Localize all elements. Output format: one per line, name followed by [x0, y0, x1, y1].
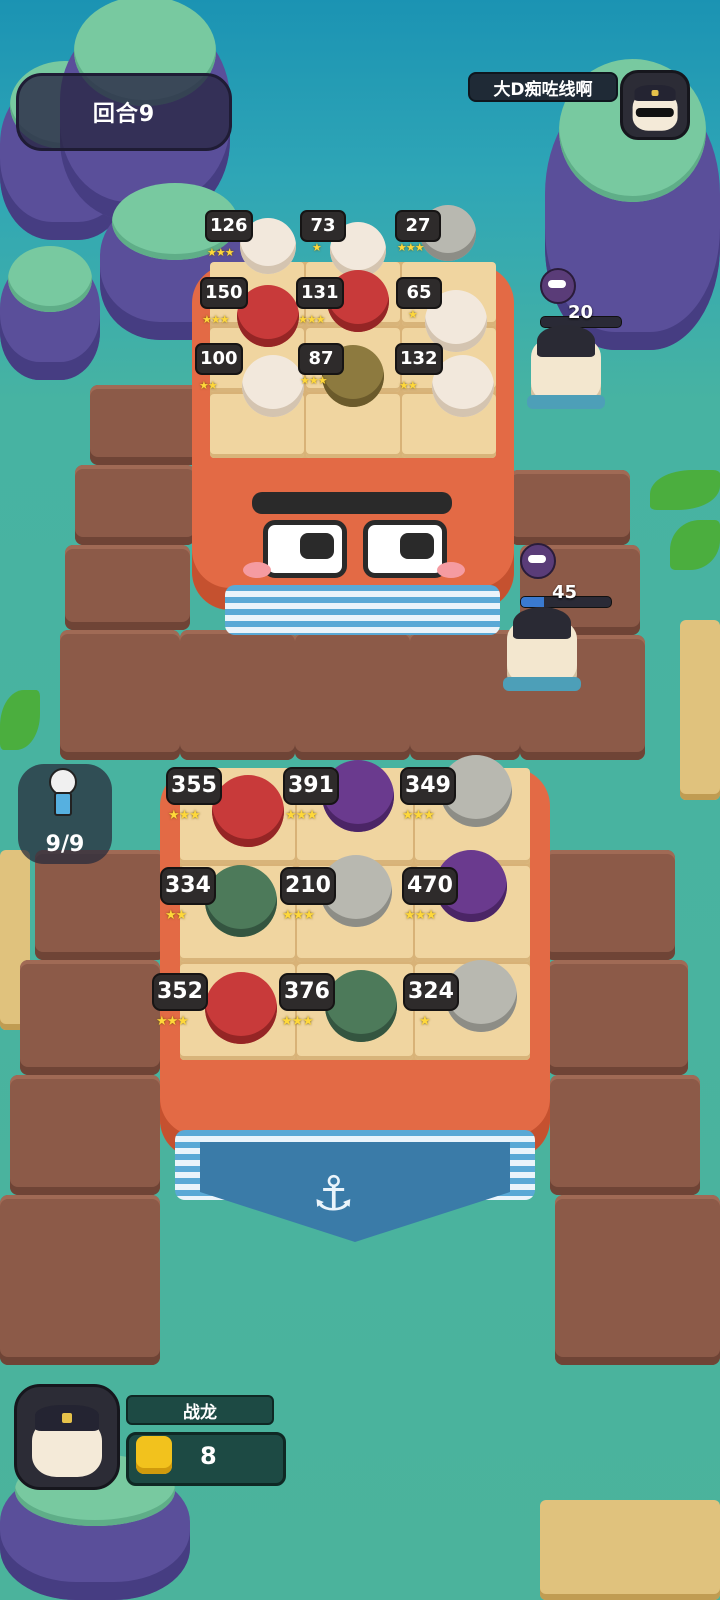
crew-figure-icon: [46, 768, 77, 830]
unit-star-rating: ★★★: [285, 808, 318, 823]
round-indicator: 回合9: [16, 73, 232, 151]
unit-power-label: 376: [279, 973, 335, 1011]
opponent-ship-stripe: [225, 585, 500, 635]
ship-eye: [263, 520, 347, 578]
unit-star-rating: ★★★: [207, 246, 235, 259]
unit-power-label: 100: [195, 343, 243, 375]
unit-star-rating: ★★★: [202, 313, 230, 326]
gold-coin-icon: [136, 1436, 172, 1474]
unit-star-rating: ★★★: [156, 1014, 189, 1029]
dock-brick: [20, 960, 160, 1075]
unit-star-rating: ★★★: [281, 1014, 314, 1029]
enemy-minion-icon: [520, 543, 556, 579]
dock-brick: [60, 630, 180, 760]
dock-brick: [10, 1075, 160, 1195]
dock-brick: [75, 465, 195, 545]
enemy-hp-fill: [521, 597, 544, 607]
unit-star-rating: ★★★: [282, 908, 315, 923]
dock-brick: [510, 470, 630, 545]
enemy-captain[interactable]: [503, 607, 581, 703]
unit-power-label: 132: [395, 343, 443, 375]
unit-power-label: 73: [300, 210, 346, 242]
ship-eye: [363, 520, 447, 578]
unit-power-label: 334: [160, 867, 216, 905]
unit-power-label: 470: [402, 867, 458, 905]
unit-star-rating: ★★: [165, 908, 187, 923]
unit-power-label: 126: [205, 210, 253, 242]
sand-dune: [540, 1500, 720, 1600]
gold-amount: 8: [200, 1442, 217, 1470]
rock-island: [0, 245, 100, 380]
unit-star-rating: ★: [408, 308, 418, 321]
enemy-captain[interactable]: [527, 325, 605, 421]
ship-eyebrow: [252, 492, 452, 514]
anchor-icon: ⚓: [312, 1166, 356, 1222]
dock-brick: [180, 630, 295, 760]
unit-star-rating: ★: [419, 1014, 431, 1029]
round-label: 回合9: [92, 102, 156, 127]
enemy-hp-value: 20: [568, 302, 594, 323]
unit-star-rating: ★★★: [168, 808, 201, 823]
dock-brick: [550, 1075, 700, 1195]
dock-brick: [545, 850, 675, 960]
unit-power-label: 355: [166, 767, 222, 805]
dock-brick: [295, 630, 410, 760]
unit-star-rating: ★★: [399, 379, 418, 392]
dock-brick: [0, 1195, 160, 1365]
crew-count-label: 9/9: [45, 832, 85, 857]
unit-power-label: 349: [400, 767, 456, 805]
opponent-name: 大D痴咗线啊: [468, 72, 618, 102]
enemy-minion-icon: [540, 268, 576, 304]
enemy-hp-value: 45: [552, 582, 578, 603]
sand-dune: [680, 620, 720, 800]
unit-cream-puff[interactable]: [242, 355, 304, 417]
unit-power-label: 87: [298, 343, 344, 375]
unit-power-label: 391: [283, 767, 339, 805]
dock-brick: [548, 960, 688, 1075]
unit-star-rating: ★★★: [404, 908, 437, 923]
unit-star-rating: ★: [312, 241, 322, 254]
unit-star-rating: ★★★: [402, 808, 435, 823]
unit-power-label: 27: [395, 210, 441, 242]
ship-blush: [437, 562, 465, 578]
dock-brick: [90, 385, 200, 465]
unit-power-label: 352: [152, 973, 208, 1011]
unit-star-rating: ★★★: [300, 374, 328, 387]
player-portrait[interactable]: [14, 1384, 120, 1490]
dock-brick: [555, 1195, 720, 1365]
dock-brick: [35, 850, 165, 960]
unit-power-label: 131: [296, 277, 344, 309]
unit-tourist[interactable]: [212, 775, 284, 847]
opponent-portrait[interactable]: [620, 70, 690, 140]
dock-brick: [65, 545, 190, 630]
unit-goblin-archer[interactable]: [325, 970, 397, 1042]
unit-star-rating: ★★: [199, 379, 218, 392]
unit-power-label: 210: [280, 867, 336, 905]
unit-star-rating: ★★★: [298, 313, 326, 326]
unit-power-label: 324: [403, 973, 459, 1011]
player-name: 战龙: [126, 1395, 274, 1425]
unit-power-label: 150: [200, 277, 248, 309]
unit-power-label: 65: [396, 277, 442, 309]
unit-star-rating: ★★★: [397, 241, 425, 254]
unit-tourist[interactable]: [205, 972, 277, 1044]
ship-blush: [243, 562, 271, 578]
